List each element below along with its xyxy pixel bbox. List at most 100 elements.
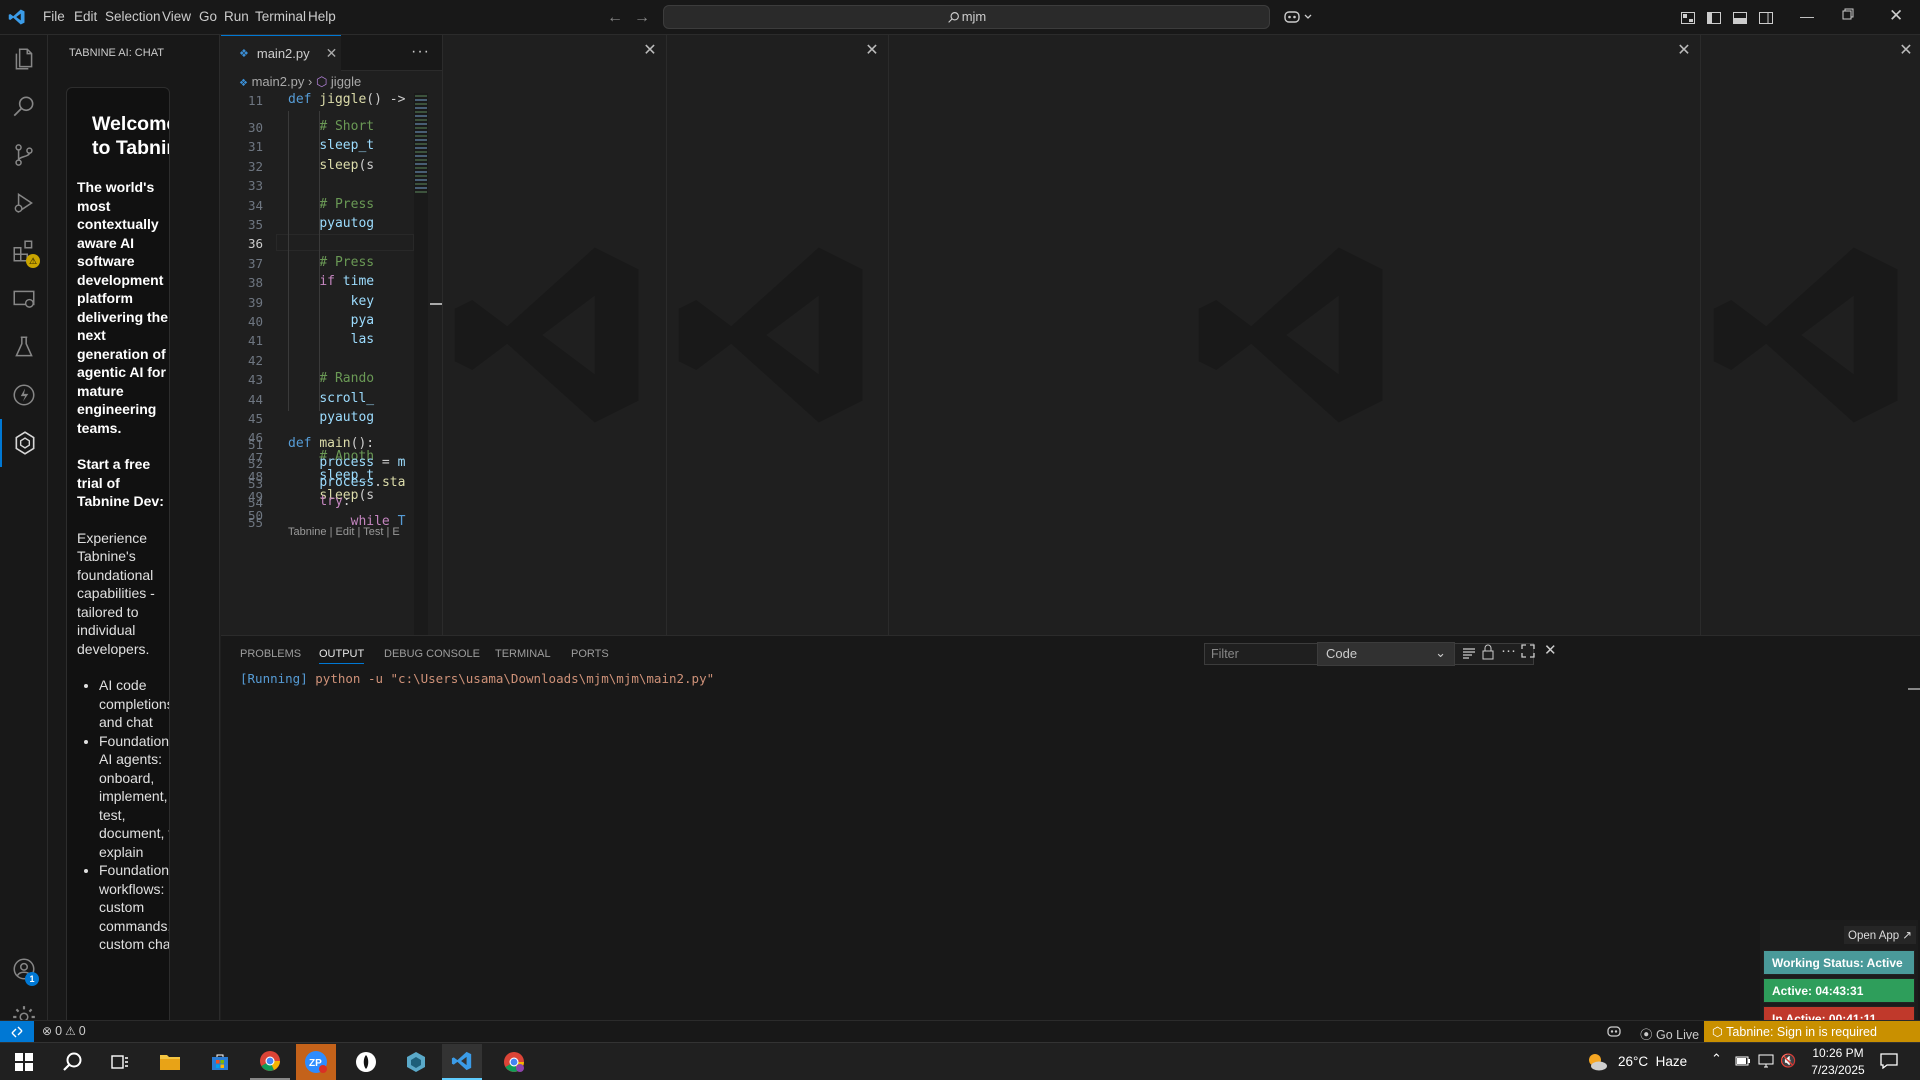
tab-problems[interactable]: PROBLEMS [240,648,301,660]
tabnine-status[interactable]: ⬡ Tabnine: Sign in is required [1704,1021,1920,1042]
chrome-icon[interactable] [250,1044,290,1080]
close-group-icon[interactable]: ✕ [1676,43,1692,59]
copilot-icon[interactable] [1284,9,1314,25]
code-line: las [350,332,375,348]
task-view-icon[interactable] [100,1044,140,1080]
breadcrumb-file[interactable]: main2.py [252,74,305,89]
back-arrow-icon[interactable]: ← [607,9,623,27]
remote-indicator-icon[interactable] [0,1021,34,1042]
customize-layout-icon[interactable] [1680,10,1696,26]
line-number: 52 [247,456,263,472]
line-number: 43 [247,372,263,388]
title-bar: File Edit Selection View Go Run Terminal… [0,0,1920,35]
tab-debug-console[interactable]: DEBUG CONSOLE [384,648,480,660]
weather-icon[interactable] [1586,1051,1608,1073]
line-number: 36 [247,236,263,252]
warning-count: 0 [78,1024,86,1038]
toggle-secondary-sidebar-icon[interactable] [1758,10,1774,26]
indent-guide [319,111,320,411]
network-icon[interactable] [1758,1054,1774,1068]
more-actions-icon[interactable]: ··· [411,43,430,61]
toggle-panel-icon[interactable] [1732,10,1748,26]
taskbar-search-icon[interactable] [52,1044,92,1080]
vpn-app-icon[interactable] [346,1044,386,1080]
maximize-panel-icon[interactable] [1521,644,1535,658]
notification-icon[interactable] [1880,1053,1898,1069]
close-group-icon[interactable]: ✕ [1898,43,1914,59]
code-line: def jiggle() -> [288,93,406,107]
chevron-up-icon[interactable]: ⌃ [1711,1051,1722,1067]
zoom-icon[interactable]: ZP [296,1044,336,1080]
app-hexagon-icon[interactable] [396,1044,436,1080]
vscode-taskbar-icon[interactable] [442,1044,482,1080]
menu-run[interactable]: Run [224,9,249,24]
file-explorer-icon[interactable] [150,1044,190,1080]
warning-badge-icon: ⚠ [26,254,40,268]
tab-ports[interactable]: PORTS [571,648,609,660]
go-live-button[interactable]: ⦿ Go Live [1640,1024,1699,1043]
close-tab-icon[interactable]: ✕ [326,45,338,62]
tab-main2-py[interactable]: ❖ main2.py ✕ [221,35,341,71]
output-channel-select[interactable]: Code ⌄ [1317,642,1455,666]
line-number: 11 [247,93,263,108]
toggle-primary-sidebar-icon[interactable] [1706,10,1722,26]
lightning-icon[interactable] [0,371,48,419]
menu-go[interactable]: Go [199,9,217,24]
accounts-icon[interactable]: 1 [0,945,48,993]
line-number: 33 [247,178,263,194]
clear-output-icon[interactable] [1461,645,1477,661]
welcome-title: Welcome to Tabnine [92,113,170,159]
accounts-badge: 1 [25,972,39,986]
close-panel-icon[interactable]: ✕ [1544,641,1557,659]
open-app-button[interactable]: Open App ↗ [1844,926,1916,944]
minimap[interactable] [414,93,428,635]
breadcrumb-symbol[interactable]: jiggle [331,74,361,89]
more-actions-icon[interactable]: ··· [1501,642,1516,659]
codelens-actions[interactable]: Tabnine | Edit | Test | E [288,526,400,538]
tab-label: main2.py [256,46,310,61]
extensions-icon[interactable]: ⚠ [0,227,48,275]
tabnine-small-icon: ⬡ [1712,1025,1723,1039]
close-window-icon[interactable]: ✕ [1889,6,1903,26]
battery-icon[interactable] [1735,1054,1751,1068]
system-clock[interactable]: 10:26 PM 7/23/2025 [1805,1045,1871,1079]
error-count: 0 [55,1024,63,1038]
chrome-profile-icon[interactable] [494,1044,534,1080]
menu-help[interactable]: Help [308,9,336,24]
menu-view[interactable]: View [162,9,191,24]
explorer-icon[interactable] [0,35,48,83]
code-editor[interactable]: 11 def jiggle() -> 30 # Short 31 sleep_t 32 … [221,93,442,635]
close-group-icon[interactable]: ✕ [642,43,658,59]
tabnine-icon[interactable] [0,419,48,467]
menu-file[interactable]: File [43,9,65,24]
copilot-status-icon[interactable] [1606,1023,1622,1039]
close-group-icon[interactable]: ✕ [864,43,880,59]
problems-status[interactable]: ⊗ 0 ⚠ 0 [42,1024,86,1038]
code-line: sleep(s [319,157,375,173]
lock-scroll-icon[interactable] [1481,644,1495,660]
menu-edit[interactable]: Edit [74,9,97,24]
line-number: 44 [247,391,263,407]
tab-output[interactable]: OUTPUT [319,648,365,664]
restore-icon[interactable] [1842,8,1854,20]
command-center-search[interactable]: mjm [663,5,1270,29]
weather-text[interactable]: 26°C Haze [1618,1054,1687,1069]
minimize-icon[interactable]: — [1800,8,1814,24]
source-control-icon[interactable] [0,131,48,179]
code-line: pyautog [319,410,375,425]
volume-muted-icon[interactable]: 🔇 [1780,1053,1796,1069]
tab-terminal[interactable]: TERMINAL [495,648,551,660]
testing-icon[interactable] [0,323,48,371]
search-view-icon[interactable] [0,83,48,131]
windows-start-icon[interactable] [4,1044,44,1080]
store-icon[interactable] [200,1044,240,1080]
line-number: 38 [247,275,263,291]
forward-arrow-icon[interactable]: → [634,9,650,27]
menu-selection[interactable]: Selection [105,9,161,24]
remote-explorer-icon[interactable] [0,275,48,323]
code-line: pya [350,313,375,328]
python-file-icon: ❖ [239,48,249,60]
run-debug-icon[interactable] [0,179,48,227]
menu-terminal[interactable]: Terminal [255,9,306,24]
sidebar-title: TABNINE AI: CHAT [69,47,164,59]
